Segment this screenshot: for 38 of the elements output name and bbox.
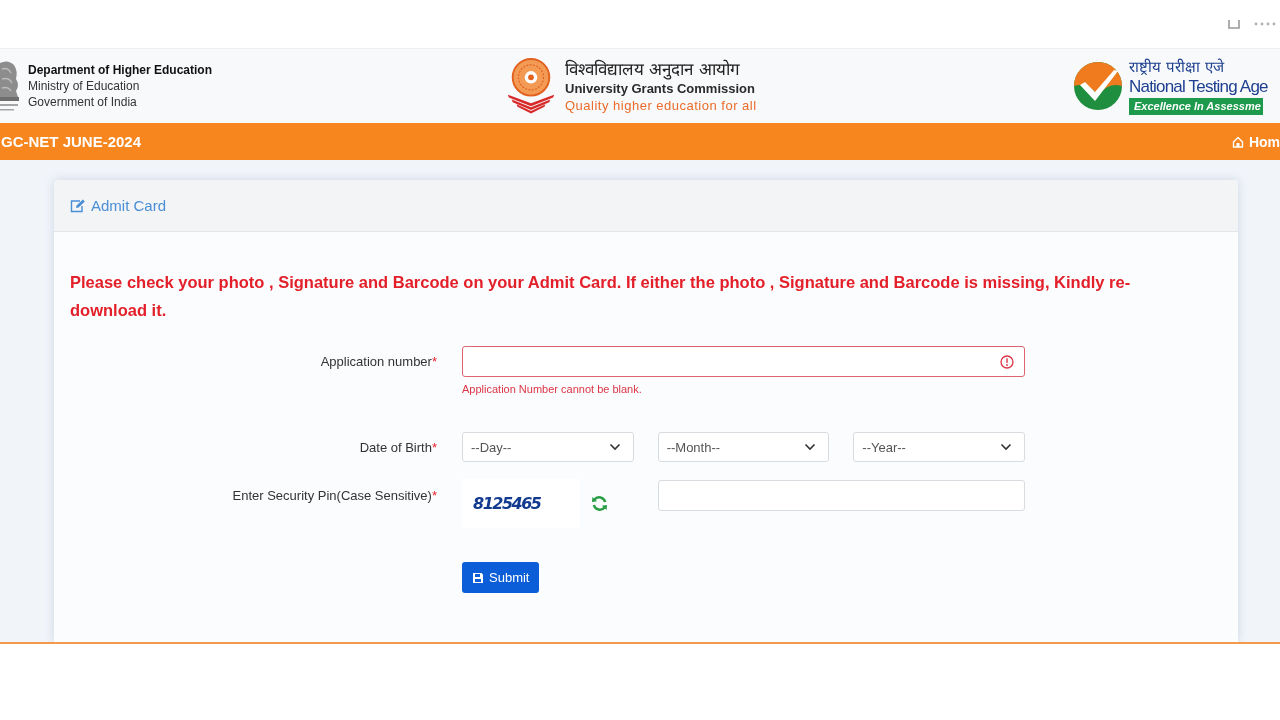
error-icon <box>1000 354 1014 369</box>
tick-circle-icon <box>1073 61 1123 111</box>
tray-icon[interactable] <box>1228 19 1240 29</box>
required-mark: * <box>431 488 437 503</box>
notice-text: Please check your photo , Signature and Barcode on your Admit Card. If either the photo , Signature and Barcode is missing, Kindly re-download it. <box>70 272 1132 321</box>
wheel-emblem-icon <box>505 56 557 116</box>
refresh-icon <box>591 495 608 512</box>
input-field[interactable] <box>462 346 1025 377</box>
field-label: Application number <box>320 354 432 369</box>
chevron-down-icon <box>1000 443 1012 451</box>
commission-hindi-name: विश्वविद्यालय अनुदान आयोग <box>565 58 741 80</box>
field-label: Date of Birth <box>359 440 432 455</box>
field-label: Enter Security Pin(Case Sensitive) <box>232 488 432 503</box>
card-title: Admit Card <box>91 197 167 214</box>
exam-title: GC-NET JUNE-2024 <box>0 133 142 150</box>
error-message: Application Number cannot be blank. <box>462 383 643 396</box>
more-icon[interactable] <box>1254 22 1276 26</box>
captcha-image: 8125465 <box>462 479 580 528</box>
agency-tagline: Excellence In Assessme <box>1129 97 1263 115</box>
refresh-button[interactable] <box>590 494 609 513</box>
chevron-down-icon <box>804 443 817 451</box>
agency-hindi-name: राष्ट्रीय परीक्षा एजे <box>1129 57 1224 77</box>
department-title: Department of Higher Education <box>28 62 212 78</box>
submit-button[interactable]: Submit <box>462 562 540 593</box>
commission-name: University Grants Commission <box>565 80 756 97</box>
dropdown[interactable]: --Day-- <box>462 432 634 462</box>
commission-tagline: Quality higher education for all <box>565 97 757 114</box>
department-line: Government of India <box>28 94 138 110</box>
department-line: Ministry of Education <box>28 78 141 94</box>
edit-icon <box>70 198 86 213</box>
required-mark: * <box>431 440 437 455</box>
chevron-down-icon <box>608 443 621 451</box>
save-icon <box>472 571 484 584</box>
required-mark: * <box>431 354 437 369</box>
dropdown[interactable]: --Year-- <box>853 432 1025 462</box>
home-icon <box>1231 135 1244 148</box>
dropdown[interactable]: --Month-- <box>657 432 830 462</box>
agency-name: National Testing Age <box>1129 76 1268 97</box>
